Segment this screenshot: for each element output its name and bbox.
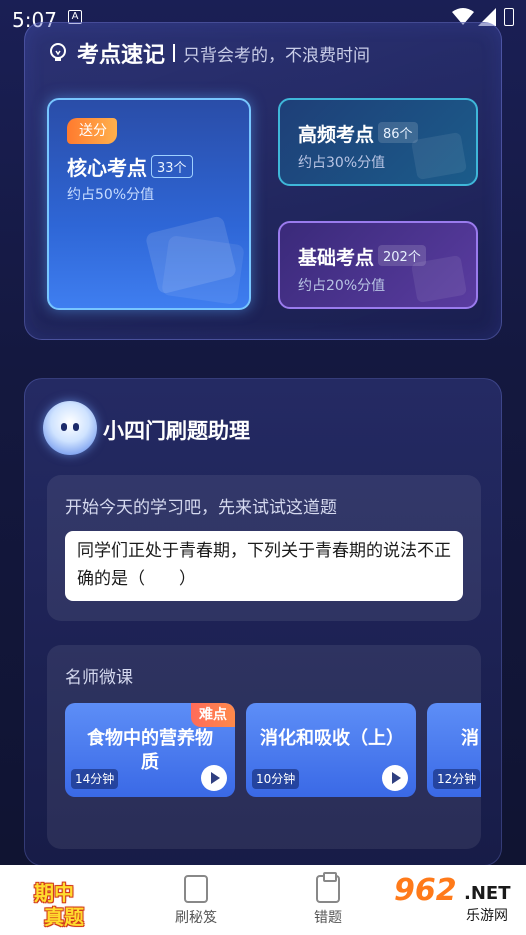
- course-duration: 14分钟: [71, 769, 119, 789]
- high-frequency-title: 高频考点 86个: [298, 120, 418, 147]
- clipboard-icon: [316, 872, 340, 903]
- document-illustration: [410, 131, 468, 181]
- battery-icon: [504, 8, 514, 26]
- tab-wrong-questions[interactable]: 错题: [298, 872, 358, 927]
- bottom-tab-bar: 期中 真题 刷秘笈 错题 962 .NET 乐游网: [0, 865, 526, 935]
- question-prompt: 开始今天的学习吧，先来试试这道题: [65, 498, 337, 518]
- watermark-sub: 乐游网: [466, 908, 508, 924]
- course-title: 消: [461, 728, 479, 749]
- core-points-button[interactable]: 送分 核心考点 33个 约占50%分值: [47, 98, 251, 310]
- quick-memo-title: 考点速记: [77, 43, 166, 68]
- tab-secret-book[interactable]: 刷秘笈: [166, 875, 226, 927]
- play-icon[interactable]: [382, 765, 408, 791]
- logo-line2: 真题: [44, 905, 84, 929]
- high-frequency-count: 86个: [378, 122, 418, 143]
- difficulty-tag: 难点: [191, 703, 235, 727]
- document-illustration: [410, 254, 468, 304]
- basic-points-button[interactable]: 基础考点 202个 约占20%分值: [278, 221, 478, 309]
- book-icon: [184, 875, 208, 903]
- course-card[interactable]: 难点 食物中的营养物质 14分钟: [65, 703, 235, 797]
- core-points-label: 核心考点: [67, 156, 147, 180]
- course-duration: 12分钟: [433, 769, 481, 789]
- assistant-title: 小四门刷题助理: [103, 419, 250, 443]
- daily-question-box: 开始今天的学习吧，先来试试这道题 同学们正处于青春期，下列关于青春期的说法不正确…: [47, 475, 481, 621]
- tab-wrong-questions-label: 错题: [314, 910, 342, 926]
- core-points-title: 核心考点 33个: [67, 152, 193, 181]
- play-icon[interactable]: [201, 765, 227, 791]
- course-title: 消化和吸收（上）: [260, 728, 404, 749]
- basic-points-title: 基础考点 202个: [298, 243, 426, 270]
- assistant-avatar: [43, 401, 97, 455]
- micro-course-heading: 名师微课: [65, 668, 133, 688]
- avatar-eye: [73, 423, 79, 431]
- quick-memo-header: 考点速记 只背会考的，不浪费时间: [47, 37, 370, 69]
- high-frequency-label: 高频考点: [298, 124, 375, 146]
- avatar-eye: [61, 423, 67, 431]
- course-duration: 10分钟: [252, 769, 300, 789]
- basic-points-label: 基础考点: [298, 247, 375, 269]
- bonus-badge: 送分: [67, 118, 117, 144]
- watermark-number: 962: [394, 873, 457, 908]
- tab-secret-book-label: 刷秘笈: [175, 910, 217, 926]
- core-points-desc: 约占50%分值: [67, 187, 155, 203]
- quick-memo-card: 考点速记 只背会考的，不浪费时间 送分 核心考点 33个 约占50%分值 高频考点…: [24, 22, 502, 340]
- watermark-net: .NET: [464, 883, 511, 904]
- course-card[interactable]: 消 12分钟: [427, 703, 481, 797]
- question-bubble[interactable]: 同学们正处于青春期，下列关于青春期的说法不正确的是（ ）: [65, 531, 463, 601]
- assistant-card: 小四门刷题助理 开始今天的学习吧，先来试试这道题 同学们正处于青春期，下列关于青…: [24, 378, 502, 866]
- title-divider: [173, 44, 176, 62]
- tab-midterm-exam[interactable]: 期中 真题: [30, 875, 104, 929]
- course-card[interactable]: 消化和吸收（上） 10分钟: [246, 703, 416, 797]
- high-frequency-desc: 约占30%分值: [298, 155, 386, 171]
- site-watermark: 962 .NET 乐游网: [386, 873, 526, 931]
- lightbulb-icon: [50, 43, 66, 61]
- core-points-count: 33个: [151, 155, 193, 178]
- quick-memo-subtitle: 只背会考的，不浪费时间: [183, 45, 371, 66]
- micro-course-section: 名师微课 难点 食物中的营养物质 14分钟 消化和吸收（上） 10分钟 消 12…: [47, 645, 481, 849]
- basic-points-desc: 约占20%分值: [298, 278, 386, 294]
- high-frequency-points-button[interactable]: 高频考点 86个 约占30%分值: [278, 98, 478, 186]
